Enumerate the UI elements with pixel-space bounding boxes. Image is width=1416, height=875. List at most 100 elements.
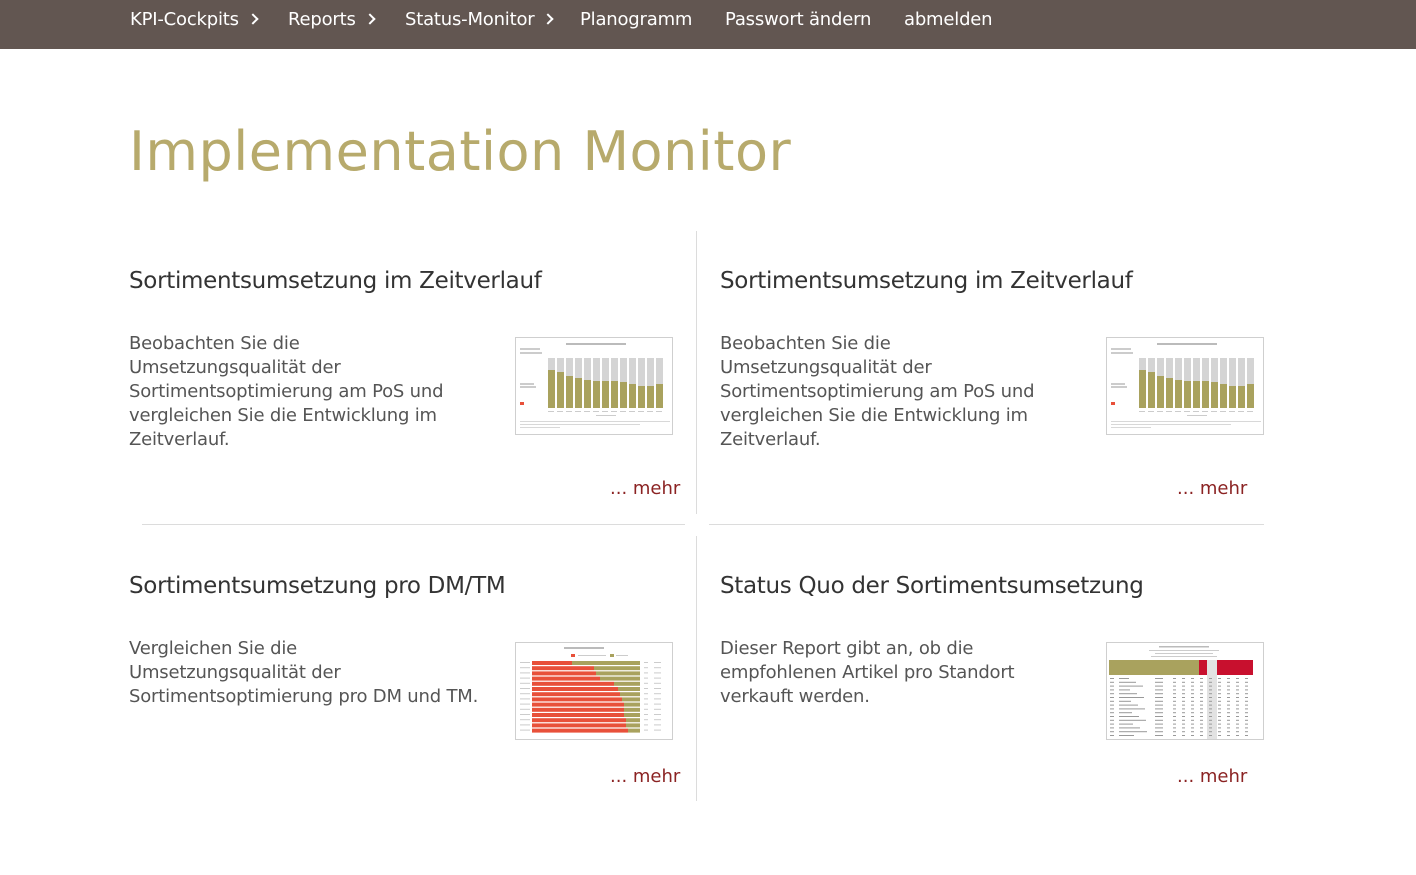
thumb-table-cell xyxy=(1155,689,1163,691)
more-link[interactable]: ... mehr xyxy=(610,478,680,499)
thumb-legend-swatch xyxy=(1111,402,1115,405)
thumb-tick-label xyxy=(1247,411,1253,412)
thumb-table-cell xyxy=(1236,678,1239,679)
thumb-table-cell xyxy=(1200,697,1203,698)
thumb-row-label xyxy=(520,719,530,721)
thumb-table-cell xyxy=(1182,735,1185,736)
thumb-table-cell xyxy=(1191,693,1194,695)
thumb-table-cell xyxy=(1200,735,1203,736)
thumb-table-cell xyxy=(1209,685,1212,687)
thumb-table-cell xyxy=(1119,735,1134,736)
thumb-column-top xyxy=(602,358,609,381)
thumb-row-label xyxy=(520,688,530,689)
thumb-table-cell xyxy=(1182,693,1185,695)
thumb-value-label xyxy=(654,688,661,689)
thumb-table-cell xyxy=(1209,723,1212,725)
thumb-title-line xyxy=(1159,646,1209,648)
thumb-column-top xyxy=(620,358,627,382)
nav-item-planogramm[interactable]: Planogramm xyxy=(580,0,692,49)
thumb-table-cell xyxy=(1209,731,1212,733)
thumb-table-cell xyxy=(1191,708,1194,710)
nav-item-abmelden[interactable]: abmelden xyxy=(904,0,993,49)
nav-item-label: abmelden xyxy=(904,9,993,30)
thumb-table-cell xyxy=(1200,716,1203,717)
thumb-column-top xyxy=(647,358,654,386)
thumb-tick-label xyxy=(611,411,617,412)
stacked-column-chart-thumbnail[interactable] xyxy=(1106,337,1264,435)
thumb-table-cell xyxy=(1191,704,1194,706)
thumb-column-top xyxy=(575,358,582,378)
thumb-table-cell xyxy=(1236,723,1239,725)
thumb-table-cell xyxy=(1110,678,1114,679)
thumb-table-cell xyxy=(1209,716,1212,717)
thumb-table-cell xyxy=(1200,704,1203,706)
thumb-table-cell xyxy=(1110,689,1114,691)
thumb-table-cell xyxy=(1218,681,1221,683)
table-report-thumbnail[interactable] xyxy=(1106,642,1264,740)
thumb-legend-line xyxy=(1111,386,1127,388)
thumb-table-cell xyxy=(1209,712,1212,714)
nav-item-label: Reports xyxy=(288,9,356,30)
thumb-table-cell xyxy=(1182,697,1185,698)
thumb-tick-label xyxy=(1166,411,1172,412)
thumb-value-label xyxy=(644,719,648,721)
thumb-table-cell xyxy=(1245,708,1248,710)
thumb-table-cell xyxy=(1191,719,1194,721)
thumb-table-cell xyxy=(1227,689,1230,691)
nav-item-passwort-aendern[interactable]: Passwort ändern xyxy=(725,0,871,49)
nav-item-label: Status-Monitor xyxy=(405,9,535,30)
thumb-table-cell xyxy=(1173,712,1176,714)
thumb-table-cell xyxy=(1218,712,1221,714)
thumb-tick-label xyxy=(584,411,590,412)
thumb-column-top xyxy=(611,358,618,381)
thumb-table-cell xyxy=(1245,689,1248,691)
thumb-table-cell xyxy=(1209,681,1212,683)
thumb-tick-label xyxy=(1193,411,1199,412)
nav-item-label: KPI-Cockpits xyxy=(130,9,239,30)
thumb-table-cell xyxy=(1119,685,1143,687)
thumb-table-cell xyxy=(1227,735,1230,736)
thumb-tick-label xyxy=(1175,411,1181,412)
horizontal-bar-chart-thumbnail[interactable] xyxy=(515,642,673,740)
thumb-table-cell xyxy=(1227,700,1230,702)
thumb-value-label xyxy=(644,667,648,669)
more-link[interactable]: ... mehr xyxy=(1177,478,1247,499)
more-link[interactable]: ... mehr xyxy=(1177,766,1247,787)
thumb-table-cell xyxy=(1245,704,1248,706)
thumb-tick-label xyxy=(647,411,653,412)
thumb-table-cell xyxy=(1155,723,1163,725)
nav-item-reports[interactable]: Reports xyxy=(288,0,376,49)
thumb-column-bottom xyxy=(611,381,618,408)
thumb-table-cell xyxy=(1110,700,1114,702)
thumb-table-cell xyxy=(1209,678,1212,679)
thumb-column-top xyxy=(1220,358,1227,384)
thumb-table-cell xyxy=(1110,697,1114,698)
more-link[interactable]: ... mehr xyxy=(610,766,680,787)
thumb-table-cell xyxy=(1155,685,1163,687)
thumb-subtitle-line xyxy=(1149,650,1219,651)
thumb-tick-label xyxy=(629,411,635,412)
thumb-row-label xyxy=(520,724,530,726)
thumb-table-cell xyxy=(1155,735,1163,736)
thumb-table-cell xyxy=(1110,681,1114,683)
thumb-table-cell xyxy=(1182,716,1185,717)
thumb-bar-olive xyxy=(600,676,640,681)
thumb-tick-label xyxy=(1139,411,1145,412)
thumb-bar-red xyxy=(532,687,618,691)
thumb-bar-red xyxy=(532,707,624,712)
nav-item-status-monitor[interactable]: Status-Monitor xyxy=(405,0,555,49)
nav-item-kpi-cockpits[interactable]: KPI-Cockpits xyxy=(130,0,259,49)
chart-preview-svg xyxy=(520,343,670,428)
thumb-table-cell xyxy=(1191,685,1194,687)
chevron-right-icon xyxy=(247,13,259,25)
thumb-table-cell xyxy=(1173,727,1176,729)
thumb-value-label xyxy=(644,714,648,715)
thumb-table-cell xyxy=(1110,716,1114,717)
horizontal-divider-right xyxy=(709,524,1264,525)
nav-item-label: Passwort ändern xyxy=(725,9,872,30)
thumb-tick-label xyxy=(1202,411,1208,412)
thumb-table-cell xyxy=(1218,719,1221,721)
thumb-table-highlight-column xyxy=(1207,660,1217,739)
thumb-table-cell xyxy=(1182,712,1185,714)
stacked-column-chart-thumbnail[interactable] xyxy=(515,337,673,435)
